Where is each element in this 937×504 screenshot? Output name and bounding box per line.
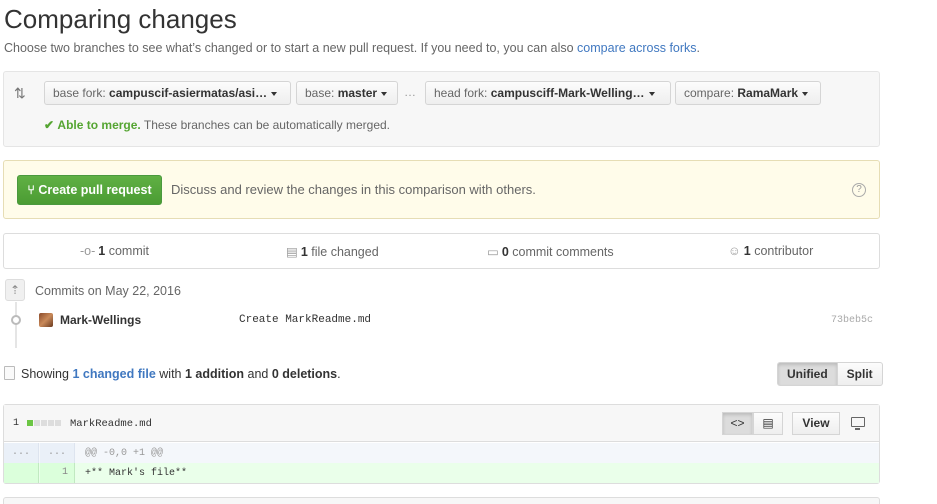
commit-timeline	[15, 302, 17, 348]
base-fork-select[interactable]: base fork: campuscif-asiermatas/asi…	[44, 81, 291, 105]
hunk-expand-right[interactable]: ...	[40, 443, 75, 463]
check-icon: ✔	[44, 118, 55, 132]
help-icon[interactable]: ?	[852, 183, 866, 197]
code-icon: <>	[730, 416, 745, 430]
commit-author[interactable]: Mark-Wellings	[60, 313, 141, 327]
merge-status: ✔ Able to merge. These branches can be a…	[44, 118, 391, 132]
new-line-number[interactable]: 1	[40, 463, 75, 483]
diff-view-toggle: Unified Split	[777, 362, 883, 386]
diffstat-added-block	[27, 420, 33, 426]
diffstat-neutral-block	[48, 420, 54, 426]
diffstat-neutral-block	[34, 420, 40, 426]
comment-icon: ▭	[487, 245, 499, 259]
file-diff-icon: ▤	[286, 245, 298, 259]
file-icon	[4, 366, 15, 380]
changed-files-link[interactable]: 1 changed file	[72, 367, 155, 381]
files-summary: Showing 1 changed file with 1 addition a…	[21, 367, 341, 381]
commit-group-date: Commits on May 22, 2016	[35, 284, 181, 298]
page-title: Comparing changes	[4, 4, 237, 34]
commit-icon: -o-	[80, 244, 96, 258]
view-file-button[interactable]: View	[792, 412, 840, 435]
diffstat-bar	[27, 420, 61, 426]
next-section	[3, 497, 880, 504]
unified-button[interactable]: Unified	[777, 362, 838, 386]
commit-sha[interactable]: 73beb5c	[831, 315, 873, 326]
pr-description: Discuss and review the changes in this c…	[171, 182, 536, 197]
organization-icon: ☺	[728, 244, 741, 258]
caret-down-icon	[271, 91, 278, 96]
compare-arrows-icon[interactable]: ⇅	[14, 85, 30, 101]
split-button[interactable]: Split	[837, 362, 883, 386]
pull-request-icon: ⑂	[27, 183, 39, 197]
compare-across-forks-link[interactable]: compare across forks	[577, 41, 696, 55]
page-subtitle: Choose two branches to see what’s change…	[4, 41, 701, 55]
caret-down-icon	[648, 91, 655, 96]
caret-down-icon	[802, 91, 809, 96]
file-name[interactable]: MarkReadme.md	[70, 418, 152, 430]
stat-comments[interactable]: ▭ 0 commit comments	[487, 244, 614, 259]
stat-files[interactable]: ▤ 1 file changed	[286, 244, 379, 259]
diffstat-neutral-block	[41, 420, 47, 426]
range-ellipsis: …	[404, 85, 416, 99]
hunk-expand-left[interactable]: ...	[4, 443, 39, 463]
repo-push-icon: ⇡	[5, 279, 25, 301]
create-pull-request-button[interactable]: ⑂ Create pull request	[17, 175, 162, 205]
base-branch-select[interactable]: base: master	[296, 81, 398, 105]
desktop-icon[interactable]	[851, 417, 865, 430]
diffstat-neutral-block	[55, 420, 61, 426]
stat-commits[interactable]: -o- 1 commit	[80, 244, 149, 258]
stat-contributors[interactable]: ☺ 1 contributor	[728, 244, 813, 258]
compare-branch-select[interactable]: compare: RamaMark	[675, 81, 821, 105]
commit-message[interactable]: Create MarkReadme.md	[239, 314, 371, 326]
hunk-header: @@ -0,0 +1 @@	[85, 448, 164, 459]
caret-down-icon	[381, 91, 388, 96]
avatar[interactable]	[39, 313, 53, 327]
file-text-icon: ▤	[762, 416, 774, 430]
old-line-number[interactable]	[4, 463, 39, 483]
head-fork-select[interactable]: head fork: campusciff-Mark-Welling…	[425, 81, 671, 105]
line-content: +** Mark's file**	[85, 468, 188, 479]
diff-line-count: 1	[13, 418, 20, 429]
commit-dot-icon	[11, 315, 21, 325]
rich-view-button[interactable]: ▤	[753, 412, 783, 435]
source-view-button[interactable]: <>	[722, 412, 753, 435]
